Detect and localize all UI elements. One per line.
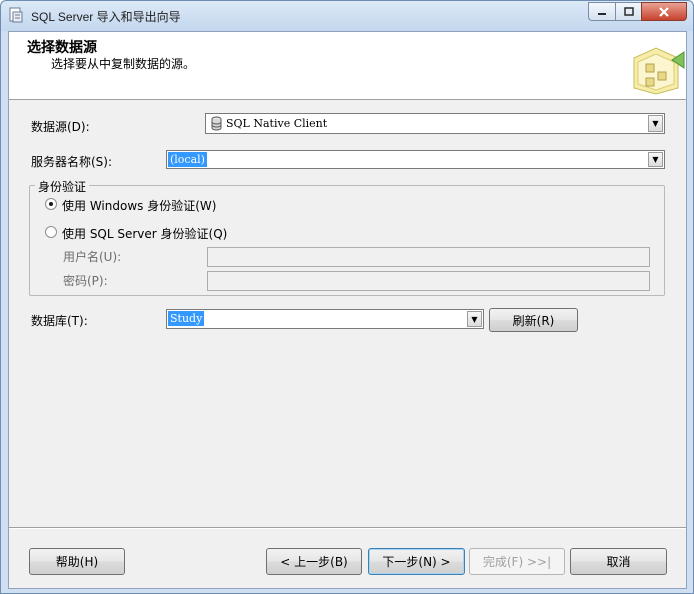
server-name-combo[interactable]: (local) ▼ [166,150,665,169]
auth-windows-radio[interactable] [45,198,57,210]
next-button[interactable]: 下一步(N) > [368,548,465,575]
chevron-down-icon[interactable]: ▼ [467,311,482,327]
minimize-icon [598,12,606,15]
database-label: 数据库(T): [31,314,88,328]
username-input[interactable] [207,247,650,267]
datasource-value: SQL Native Client [226,117,328,130]
wizard-header: 选择数据源 选择要从中复制数据的源。 [9,32,686,100]
auth-windows-label[interactable]: 使用 Windows 身份验证(W) [62,197,216,214]
finish-button[interactable]: 完成(F) >>| [469,548,565,575]
close-icon [659,6,669,17]
maximize-icon [623,6,634,16]
wizard-client-area: 选择数据源 选择要从中复制数据的源。 数据源(D): SQL Native Cl… [8,31,687,589]
datasource-label: 数据源(D): [31,120,90,134]
password-label: 密码(P): [63,274,108,288]
app-icon [9,7,23,23]
auth-sql-radio[interactable] [45,226,57,238]
title-bar[interactable]: SQL Server 导入和导出向导 [1,1,693,31]
minimize-button[interactable] [588,2,615,21]
server-name-label: 服务器名称(S): [31,155,113,169]
database-value: Study [168,311,205,326]
password-input[interactable] [207,271,650,291]
wizard-graphic-icon [633,47,685,95]
back-button[interactable]: < 上一步(B) [266,548,362,575]
cancel-button[interactable]: 取消 [570,548,667,575]
server-name-value: (local) [168,152,207,167]
maximize-button[interactable] [615,2,641,21]
footer-separator-highlight [9,528,686,529]
page-title: 选择数据源 [27,40,97,56]
refresh-button[interactable]: 刷新(R) [489,308,578,332]
wizard-window: SQL Server 导入和导出向导 选择数据源 选择要从中复制数据的源。 数据… [0,0,694,594]
datasource-combo[interactable]: SQL Native Client ▼ [205,113,665,134]
page-subtitle: 选择要从中复制数据的源。 [51,57,196,71]
auth-sql-label[interactable]: 使用 SQL Server 身份验证(Q) [62,225,227,242]
chevron-down-icon[interactable]: ▼ [648,115,663,132]
database-icon [211,116,222,131]
window-title: SQL Server 导入和导出向导 [31,10,181,24]
auth-group-label: 身份验证 [35,178,90,195]
username-label: 用户名(U): [63,250,122,264]
close-button[interactable] [641,2,687,21]
help-button[interactable]: 帮助(H) [29,548,125,575]
database-combo[interactable]: Study ▼ [166,309,484,329]
chevron-down-icon[interactable]: ▼ [648,152,663,167]
